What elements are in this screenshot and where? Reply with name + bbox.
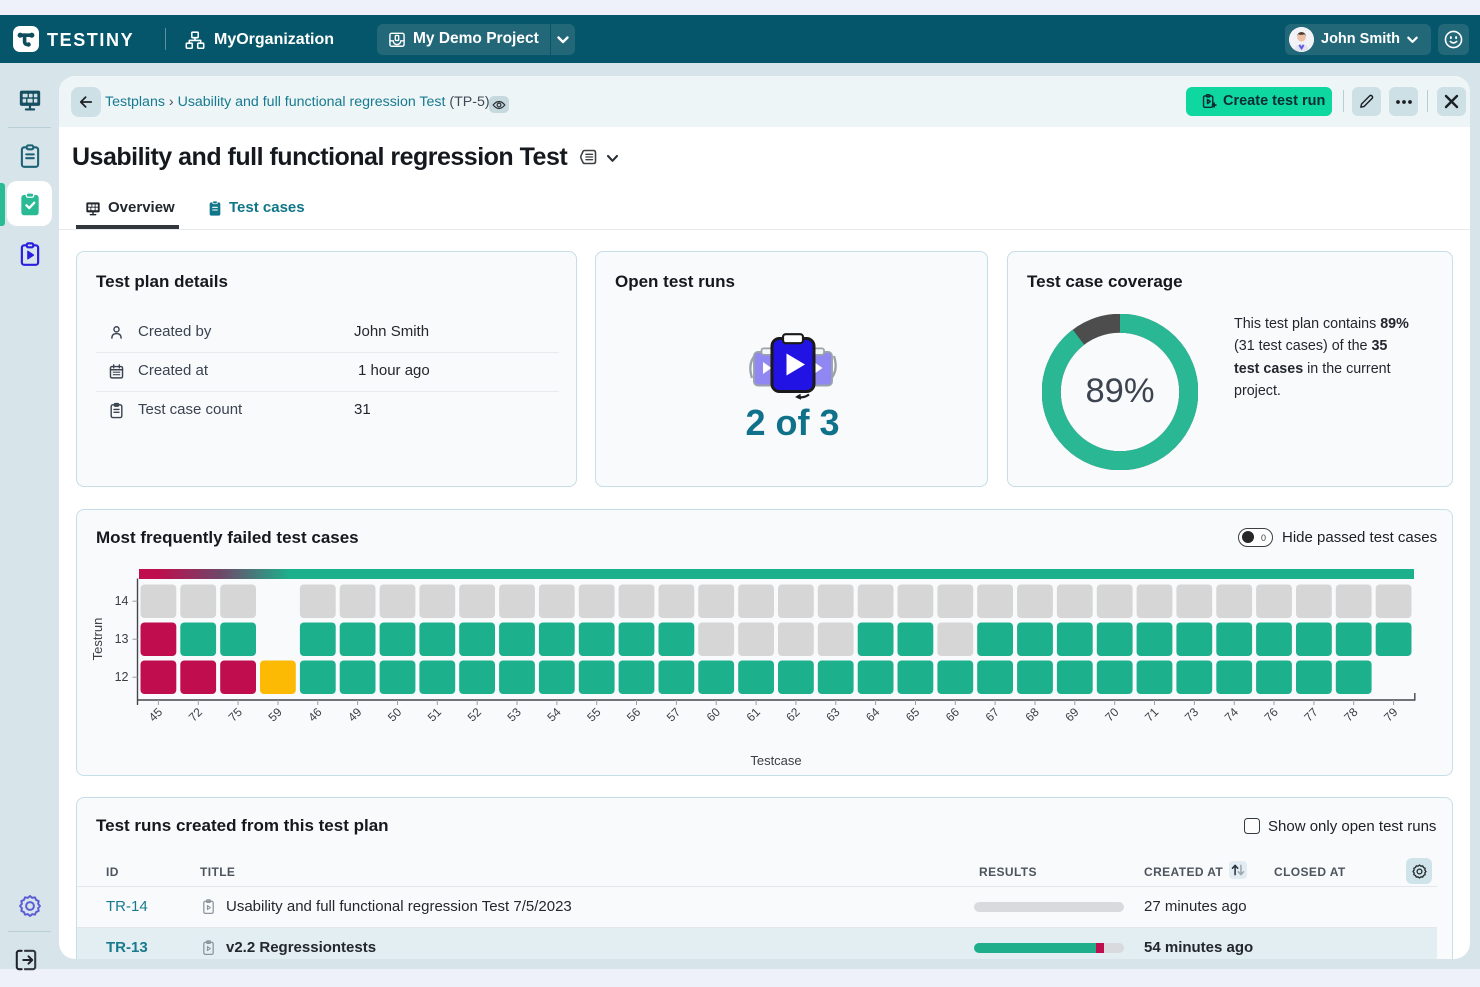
svg-text:60: 60 (704, 705, 724, 725)
svg-text:67: 67 (983, 705, 1003, 725)
svg-text:78: 78 (1341, 705, 1361, 725)
svg-text:Testrun: Testrun (90, 618, 105, 661)
svg-text:Testcase: Testcase (750, 753, 801, 768)
svg-text:56: 56 (624, 705, 644, 725)
svg-text:74: 74 (1222, 705, 1242, 725)
svg-text:46: 46 (305, 705, 325, 725)
svg-text:75: 75 (226, 705, 246, 725)
svg-text:45: 45 (146, 705, 166, 725)
svg-text:14: 14 (115, 594, 129, 608)
svg-text:52: 52 (465, 705, 485, 725)
svg-text:59: 59 (265, 705, 285, 725)
svg-text:64: 64 (863, 705, 883, 725)
svg-text:65: 65 (903, 705, 923, 725)
svg-text:89%: 89% (1085, 372, 1154, 410)
svg-text:73: 73 (1182, 705, 1202, 725)
svg-text:76: 76 (1261, 705, 1281, 725)
svg-text:13: 13 (115, 632, 129, 646)
svg-text:55: 55 (584, 705, 604, 725)
svg-text:50: 50 (385, 705, 405, 725)
svg-text:63: 63 (823, 705, 843, 725)
svg-text:51: 51 (425, 705, 445, 725)
svg-text:71: 71 (1142, 705, 1162, 725)
svg-text:54: 54 (544, 705, 564, 725)
svg-text:69: 69 (1062, 705, 1082, 725)
svg-text:66: 66 (943, 705, 963, 725)
svg-text:79: 79 (1381, 705, 1401, 725)
svg-text:53: 53 (504, 705, 524, 725)
svg-text:57: 57 (664, 705, 684, 725)
svg-text:49: 49 (345, 705, 365, 725)
svg-text:77: 77 (1301, 705, 1321, 725)
svg-text:12: 12 (115, 670, 129, 684)
svg-text:72: 72 (186, 705, 206, 725)
svg-text:68: 68 (1022, 705, 1042, 725)
svg-text:61: 61 (744, 705, 764, 725)
svg-text:62: 62 (783, 705, 803, 725)
svg-text:70: 70 (1102, 705, 1122, 725)
